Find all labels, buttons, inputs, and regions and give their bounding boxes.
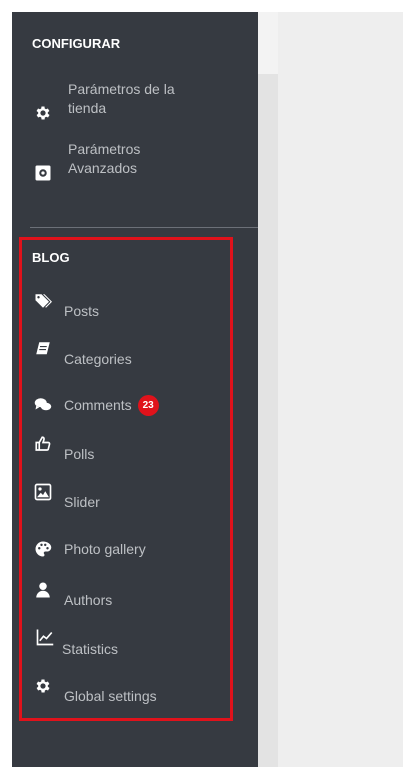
sidebar-item-label: Polls: [64, 446, 95, 462]
sidebar-item-label: Parámetros de la tienda: [68, 81, 175, 116]
sidebar-item-statistics[interactable]: Statistics: [34, 628, 119, 659]
thumbs-up-icon: [34, 435, 52, 453]
sidebar-item-label: Comments: [64, 397, 132, 413]
sidebar-item-label: Categories: [64, 351, 132, 367]
sidebar-item-label: Photo gallery: [64, 541, 146, 557]
tags-icon: [34, 292, 52, 310]
scrollbar-thumb[interactable]: [258, 12, 278, 74]
sidebar-item-label: Parámetros Avanzados: [68, 141, 141, 176]
settings-box-icon: [34, 164, 52, 182]
sidebar: CONFIGURAR Parámetros de la tienda Parám…: [12, 12, 258, 767]
comments-count-badge: 23: [137, 395, 159, 416]
sidebar-item-label: Global settings: [64, 688, 157, 704]
gear-icon: [34, 677, 52, 695]
sidebar-item-photo-gallery[interactable]: Photo gallery: [34, 540, 146, 559]
sidebar-item-advanced-parameters[interactable]: Parámetros Avanzados: [34, 140, 208, 182]
sidebar-item-global-settings[interactable]: Global settings: [34, 679, 157, 706]
palette-icon: [34, 540, 52, 558]
scrollbar-track[interactable]: [258, 12, 278, 767]
sidebar-item-store-parameters[interactable]: Parámetros de la tienda: [34, 80, 208, 122]
sidebar-item-categories[interactable]: Categories: [34, 342, 132, 369]
sidebar-item-authors[interactable]: Authors: [34, 581, 113, 610]
image-icon: [34, 483, 52, 501]
gear-icon: [34, 104, 52, 122]
main-content-area: [278, 12, 403, 767]
sidebar-item-polls[interactable]: Polls: [34, 435, 95, 464]
section-title-configurar: CONFIGURAR: [32, 36, 121, 51]
sidebar-item-posts[interactable]: Posts: [34, 294, 99, 321]
divider: [30, 227, 258, 228]
sidebar-item-label: Statistics: [62, 641, 119, 657]
sidebar-item-comments[interactable]: Comments 23: [34, 395, 159, 416]
comments-icon: [34, 396, 52, 414]
sidebar-item-label: Authors: [64, 592, 113, 608]
user-icon: [34, 581, 52, 599]
sidebar-item-label: Posts: [64, 303, 100, 319]
section-title-blog: BLOG: [32, 250, 70, 265]
sidebar-item-label: Slider: [64, 494, 100, 510]
sidebar-item-slider[interactable]: Slider: [34, 483, 100, 512]
book-icon: [34, 340, 52, 358]
line-chart-icon: [34, 628, 56, 646]
